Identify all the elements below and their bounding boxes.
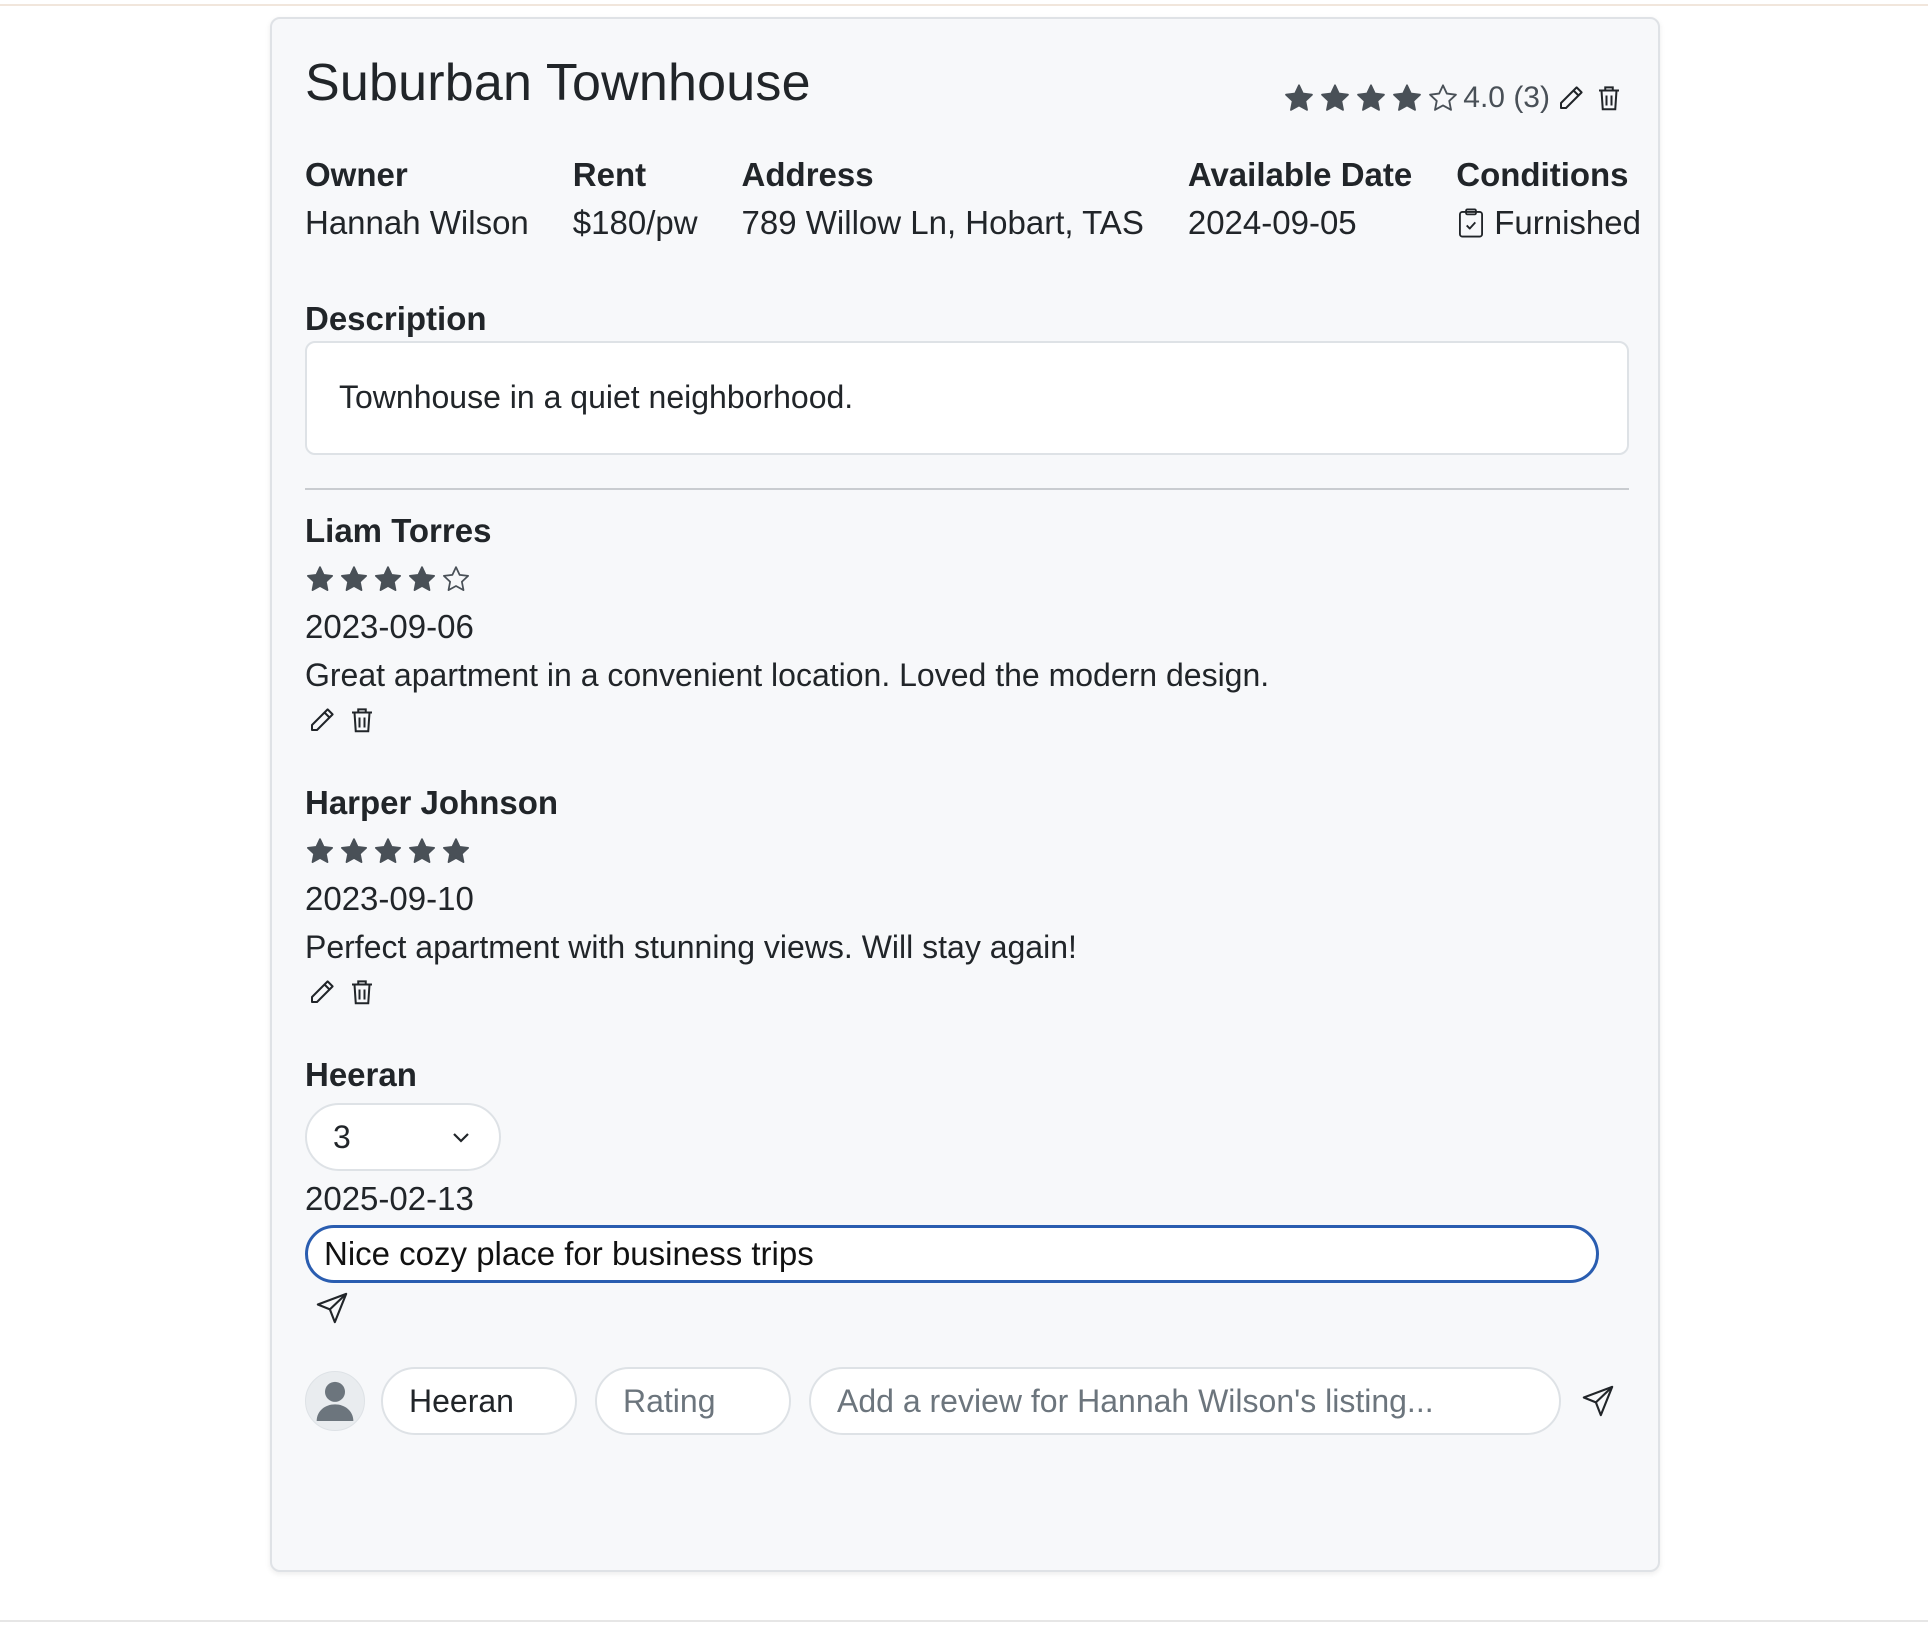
rating-input[interactable]: Rating	[595, 1367, 791, 1435]
listing-rating-text: 4.0 (3)	[1463, 81, 1550, 114]
review-date: 2023-09-10	[305, 880, 474, 917]
star-empty-icon	[1429, 84, 1458, 111]
listing-info-row: Owner Hannah Wilson Rent $180/pw Address…	[305, 151, 1641, 247]
rent-label: Rent	[572, 156, 647, 193]
edit-rating-select[interactable]: 3	[305, 1103, 501, 1171]
star-filled-icon	[307, 838, 333, 863]
conditions-text: Furnished	[1494, 204, 1641, 241]
listing-rating-stars	[1283, 82, 1459, 114]
delete-review-button[interactable]	[345, 703, 379, 737]
conditions-field: Conditions Furnished	[1456, 151, 1641, 247]
description-label: Description	[305, 300, 487, 337]
trash-icon	[352, 708, 372, 733]
edit-review-button[interactable]	[305, 703, 339, 737]
pencil-icon	[311, 980, 334, 1003]
edit-review-button[interactable]	[305, 975, 339, 1009]
star-filled-icon	[443, 838, 469, 863]
submit-review-button[interactable]	[1581, 1384, 1615, 1418]
star-filled-icon	[409, 838, 435, 863]
send-icon	[316, 1292, 348, 1324]
owner-value: Hannah Wilson	[305, 204, 529, 241]
review-actions	[305, 975, 1077, 1009]
review-composer: Heeran Rating Add a review for Hannah Wi…	[305, 1367, 1615, 1435]
edit-review-input[interactable]: Nice cozy place for business trips	[305, 1225, 1599, 1283]
listing-header-actions: 4.0 (3)	[1283, 63, 1626, 133]
star-filled-icon	[1357, 84, 1386, 111]
edit-listing-button[interactable]	[1554, 81, 1588, 115]
user-icon	[316, 1381, 354, 1421]
bottom-divider	[0, 1620, 1928, 1622]
owner-label: Owner	[305, 156, 408, 193]
section-divider	[305, 488, 1629, 490]
star-filled-icon	[1321, 84, 1350, 111]
star-filled-icon	[341, 566, 367, 591]
review-item: Liam Torres 2023-09-06 Great apartment i…	[305, 507, 1269, 737]
avatar	[305, 1371, 365, 1431]
pencil-icon	[311, 708, 334, 731]
review-rating-stars	[305, 555, 1269, 603]
star-filled-icon	[375, 838, 401, 863]
review-rating-stars	[305, 827, 1077, 875]
address-value: 789 Willow Ln, Hobart, TAS	[741, 204, 1144, 241]
listing-card: Suburban Townhouse 4.0 (3) Owner Hannah …	[270, 17, 1660, 1572]
top-divider	[0, 4, 1928, 6]
star-filled-icon	[1285, 84, 1314, 111]
review-author: Liam Torres	[305, 512, 492, 549]
delete-listing-button[interactable]	[1592, 81, 1626, 115]
send-icon	[1582, 1385, 1614, 1417]
review-date: 2025-02-13	[305, 1180, 474, 1217]
available-date-label: Available Date	[1187, 156, 1413, 193]
chevron-down-icon	[453, 1133, 469, 1143]
delete-review-button[interactable]	[345, 975, 379, 1009]
trash-icon	[352, 980, 372, 1005]
available-date-value: 2024-09-05	[1187, 204, 1357, 241]
owner-field: Owner Hannah Wilson	[305, 151, 529, 247]
review-text: Great apartment in a convenient location…	[305, 657, 1270, 693]
star-filled-icon	[307, 566, 333, 591]
review-actions	[305, 703, 1269, 737]
conditions-value: Furnished	[1456, 199, 1641, 247]
review-item: Harper Johnson 2023-09-10 Perfect apartm…	[305, 779, 1077, 1009]
description-box: Townhouse in a quiet neighborhood.	[305, 341, 1629, 455]
review-date: 2023-09-06	[305, 608, 474, 645]
star-filled-icon	[341, 838, 367, 863]
star-filled-icon	[409, 566, 435, 591]
rent-value: $180/pw	[572, 204, 698, 241]
edit-rating-value: 3	[333, 1118, 351, 1155]
rent-field: Rent $180/pw	[573, 151, 698, 247]
pencil-icon	[1560, 86, 1583, 109]
address-label: Address	[741, 156, 874, 193]
reviewer-name-input[interactable]: Heeran	[381, 1367, 577, 1435]
review-text: Perfect apartment with stunning views. W…	[305, 929, 1077, 965]
available-date-field: Available Date 2024-09-05	[1188, 151, 1412, 247]
star-filled-icon	[375, 566, 401, 591]
editing-review: Heeran 3 2025-02-13 Nice cozy place for …	[305, 1051, 1599, 1330]
review-author: Heeran	[305, 1056, 417, 1093]
conditions-label: Conditions	[1456, 156, 1629, 193]
listing-title: Suburban Townhouse	[305, 54, 811, 112]
clipboard-check-icon	[1459, 208, 1484, 238]
review-text-input[interactable]: Add a review for Hannah Wilson's listing…	[809, 1367, 1561, 1435]
trash-icon	[1599, 86, 1619, 111]
address-field: Address 789 Willow Ln, Hobart, TAS	[742, 151, 1144, 247]
star-filled-icon	[1393, 84, 1422, 111]
star-empty-icon	[443, 566, 469, 591]
review-author: Harper Johnson	[305, 784, 559, 821]
submit-edit-button[interactable]	[315, 1291, 349, 1325]
